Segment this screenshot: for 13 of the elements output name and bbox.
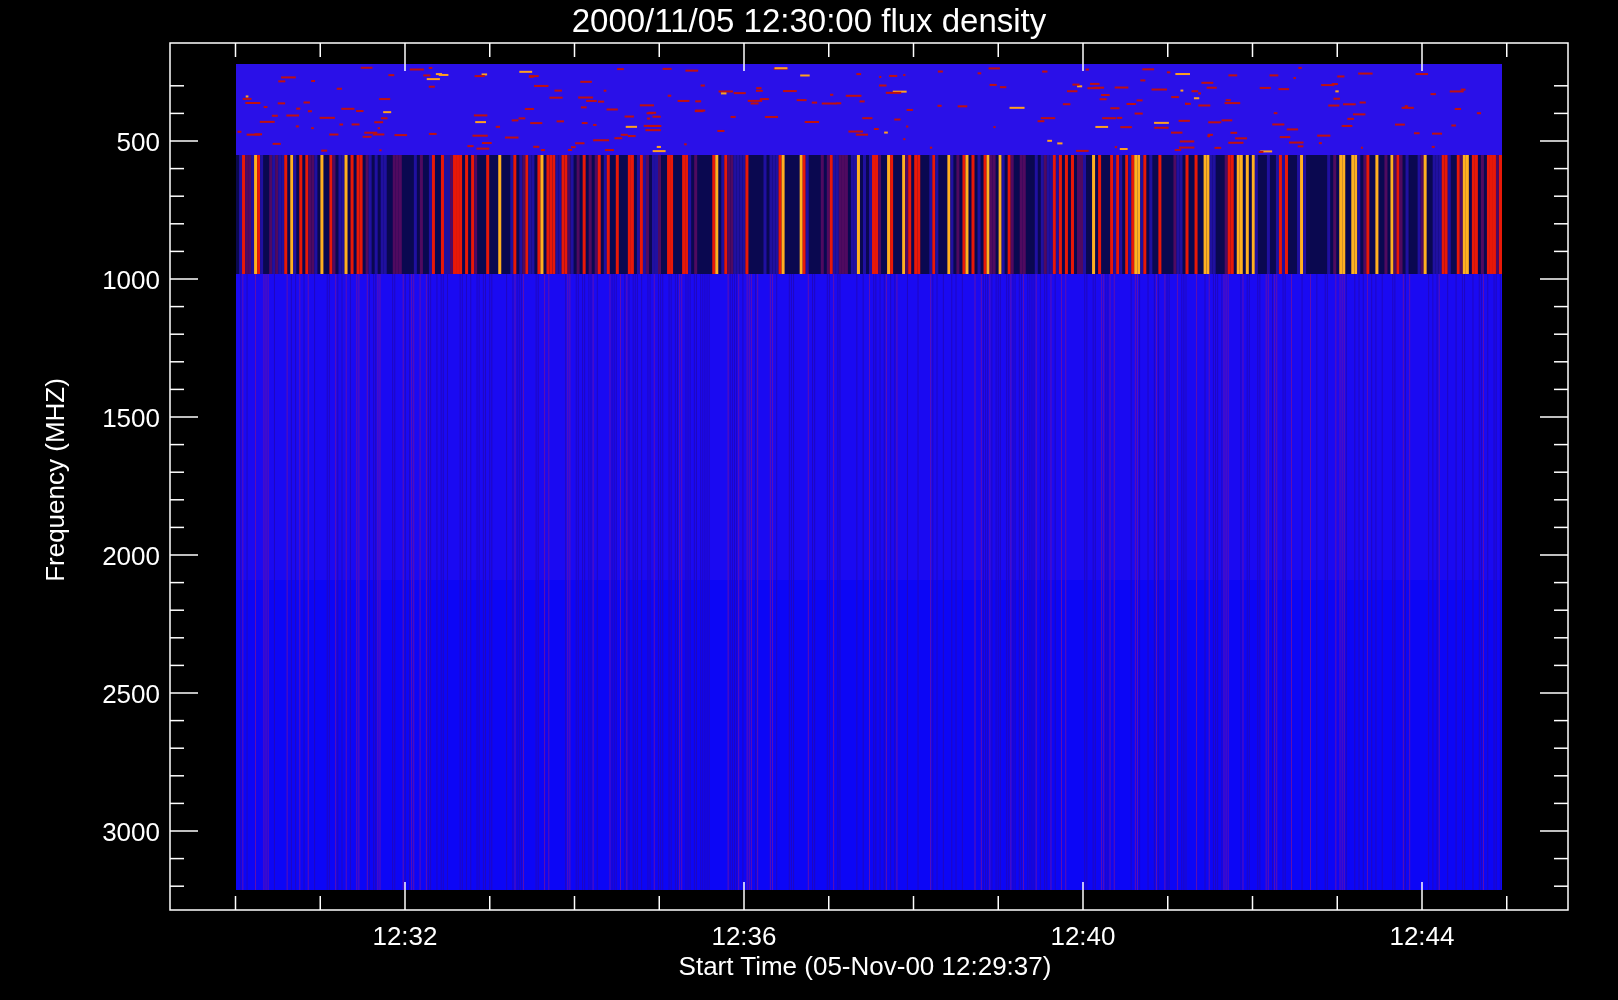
x-tick-label: 12:40 xyxy=(1050,921,1116,951)
y-tick-label: 1500 xyxy=(102,403,160,433)
y-tick-label: 3000 xyxy=(102,817,160,847)
x-tick-label: 12:36 xyxy=(711,921,777,951)
y-tick-label: 2000 xyxy=(102,541,160,571)
y-tick-label: 2500 xyxy=(102,679,160,709)
x-tick-label: 12:44 xyxy=(1389,921,1455,951)
y-tick-label: 500 xyxy=(116,127,160,157)
x-tick-label: 12:32 xyxy=(372,921,438,951)
plot-title: 2000/11/05 12:30:00 flux density xyxy=(571,2,1047,39)
x-axis-label: Start Time (05-Nov-00 12:29:37) xyxy=(678,951,1052,981)
y-tick-label: 1000 xyxy=(102,265,160,295)
y-axis-label: Frequency (MHZ) xyxy=(40,378,70,582)
